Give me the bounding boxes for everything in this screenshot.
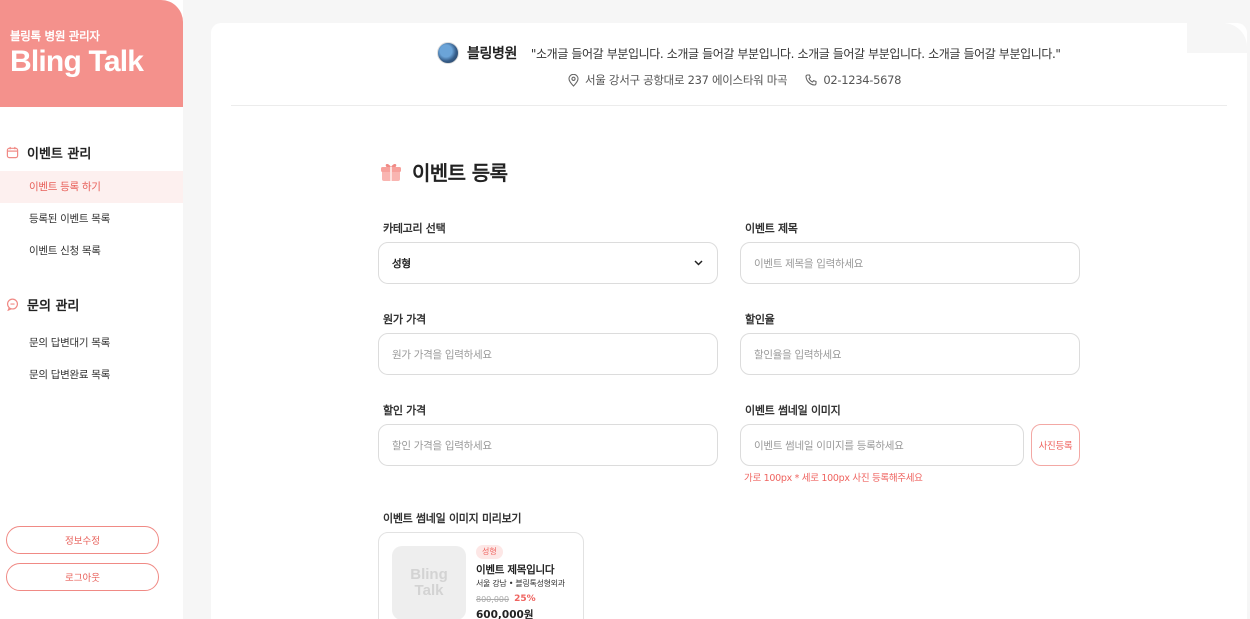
brand-subtitle: 블링톡 병원 관리자: [10, 29, 100, 43]
calendar-icon: [6, 146, 19, 158]
hospital-info: 블링병원 "소개글 들어갈 부분입니다. 소개글 들어갈 부분입니다. 소개글 …: [437, 42, 1061, 64]
event-title-input[interactable]: 이벤트 제목을 입력하세요: [740, 242, 1080, 284]
brand-header: 블링톡 병원 관리자 Bling Talk: [0, 0, 183, 107]
discount-rate-label: 할인율: [745, 313, 775, 326]
discount-rate-input[interactable]: 할인율을 입력하세요: [740, 333, 1080, 375]
preview-price-row: 800,000 25%: [476, 594, 536, 604]
thumbnail-size-hint: 가로 100px * 세로 100px 사진 등록해주세요: [744, 473, 923, 484]
preview-thumb-text-2: Talk: [414, 582, 444, 599]
original-price-input[interactable]: 원가 가격을 입력하세요: [378, 333, 718, 375]
hospital-phone: 02-1234-5678: [823, 73, 902, 87]
menu-group-inquiries: 문의 관리 문의 답변대기 목록 문의 답변완료 목록: [0, 294, 183, 391]
hospital-name: 블링병원: [467, 46, 517, 62]
panel-corner: [1187, 23, 1247, 53]
sidebar-item-event-list[interactable]: 등록된 이벤트 목록: [0, 203, 183, 235]
category-label: 카테고리 선택: [383, 222, 446, 235]
logout-button[interactable]: 로그아웃: [6, 563, 159, 591]
hospital-contact: 서울 강서구 공항대로 237 에이스타워 마곡 02-1234-5678: [568, 72, 901, 88]
category-select-value: 성형: [392, 257, 411, 270]
sidebar-item-inquiry-done[interactable]: 문의 답변완료 목록: [0, 359, 183, 391]
menu-head-inquiries[interactable]: 문의 관리: [0, 294, 183, 314]
upload-photo-button[interactable]: 사진등록: [1031, 424, 1080, 466]
menu-head-events[interactable]: 이벤트 관리: [0, 142, 183, 162]
menu-head-events-label: 이벤트 관리: [27, 146, 92, 162]
hospital-avatar: [437, 42, 459, 64]
header-divider: [231, 105, 1227, 106]
content-panel: [211, 23, 1247, 619]
preview-thumb-text-1: Bling: [410, 566, 448, 583]
location-pin-icon: [568, 73, 579, 87]
page-title-text: 이벤트 등록: [412, 161, 508, 185]
hospital-intro: "소개글 들어갈 부분입니다. 소개글 들어갈 부분입니다. 소개글 들어갈 부…: [530, 46, 1061, 61]
thumbnail-input[interactable]: 이벤트 썸네일 이미지를 등록하세요: [740, 424, 1024, 466]
gift-icon: [381, 163, 401, 181]
preview-thumbnail: Bling Talk: [392, 546, 466, 619]
brand-logo[interactable]: Bling Talk: [10, 45, 183, 79]
page-title: 이벤트 등록: [380, 157, 508, 186]
menu-head-inquiries-label: 문의 관리: [27, 298, 80, 314]
preview-discount-rate: 25%: [514, 594, 536, 604]
preview-category-badge: 성형: [476, 545, 503, 559]
sidebar-item-event-applications[interactable]: 이벤트 신청 목록: [0, 235, 183, 267]
chevron-down-icon: [694, 260, 703, 266]
event-preview-card: Bling Talk 성형 이벤트 제목입니다 서울 강남 • 블링톡성형외과 …: [378, 532, 584, 619]
menu-group-events: 이벤트 관리 이벤트 등록 하기 등록된 이벤트 목록 이벤트 신청 목록: [0, 142, 183, 267]
sidebar-item-inquiry-pending[interactable]: 문의 답변대기 목록: [0, 327, 183, 359]
category-select[interactable]: 성형: [378, 242, 718, 284]
preview-label: 이벤트 썸네일 이미지 미리보기: [383, 512, 522, 525]
sidebar: 블링톡 병원 관리자 Bling Talk 이벤트 관리 이벤트 등록 하기 등…: [0, 0, 183, 619]
preview-original-price: 800,000: [476, 594, 510, 604]
original-price-label: 원가 가격: [383, 313, 426, 326]
sidebar-item-event-register[interactable]: 이벤트 등록 하기: [0, 171, 183, 203]
preview-location: 서울 강남 • 블링톡성형외과: [476, 579, 565, 588]
hospital-address: 서울 강서구 공항대로 237 에이스타워 마곡: [585, 73, 788, 87]
event-title-label: 이벤트 제목: [745, 222, 798, 235]
discount-price-input[interactable]: 할인 가격을 입력하세요: [378, 424, 718, 466]
chat-bubble-icon: [6, 298, 19, 311]
edit-profile-button[interactable]: 정보수정: [6, 526, 159, 554]
discount-price-label: 할인 가격: [383, 404, 426, 417]
thumbnail-label: 이벤트 썸네일 이미지: [745, 404, 841, 417]
phone-icon: [805, 74, 817, 86]
preview-title: 이벤트 제목입니다: [476, 564, 555, 576]
preview-final-price: 600,000원: [476, 609, 534, 619]
